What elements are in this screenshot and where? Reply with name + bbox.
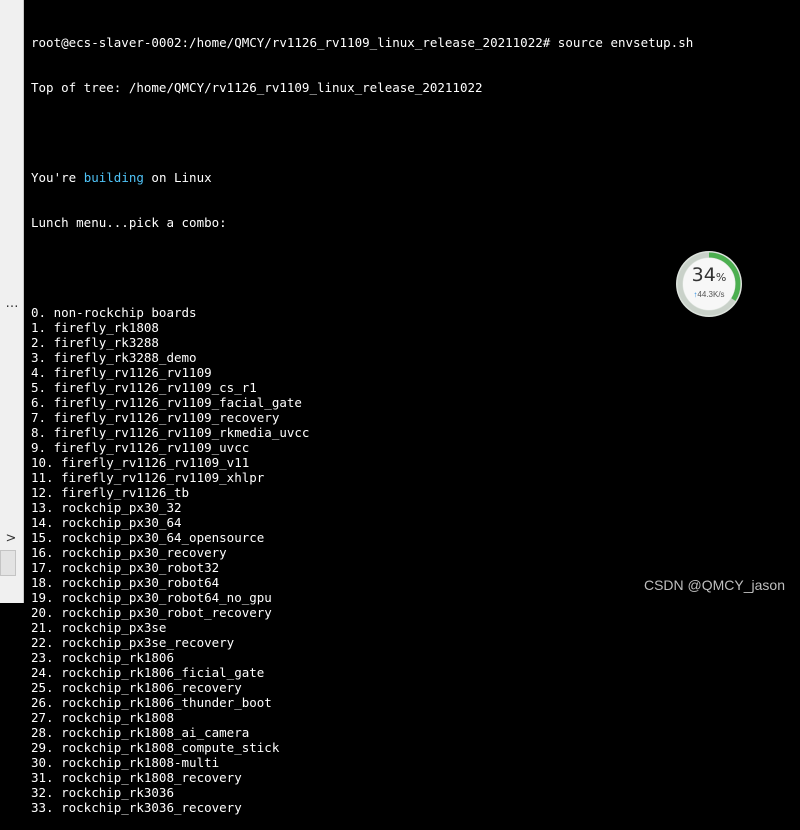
lunch-menu-line: Lunch menu...pick a combo:	[31, 215, 227, 230]
combo-item: 27. rockchip_rk1808	[31, 710, 174, 725]
combo-item: 15. rockchip_px30_64_opensource	[31, 530, 265, 545]
prompt-command-line: root@ecs-slaver-0002:/home/QMCY/rv1126_r…	[31, 35, 694, 50]
combo-item: 21. rockchip_px3se	[31, 620, 167, 635]
usage-percent: 34%	[691, 264, 727, 286]
upload-speed: ↑44.3K/s	[693, 290, 725, 299]
panel-scroll-box[interactable]	[0, 550, 16, 576]
building-word: building	[83, 170, 144, 185]
combo-item: 31. rockchip_rk1808_recovery	[31, 770, 242, 785]
building-line: You're building on Linux	[31, 170, 800, 185]
combo-item: 20. rockchip_px30_robot_recovery	[31, 605, 272, 620]
combo-item: 16. rockchip_px30_recovery	[31, 545, 227, 560]
combo-item: 9. firefly_rv1126_rv1109_uvcc	[31, 440, 250, 455]
building-prefix: You're	[31, 170, 84, 185]
csdn-watermark: CSDN @QMCY_jason	[643, 577, 785, 593]
combo-item: 17. rockchip_px30_robot32	[31, 560, 220, 575]
combo-item: 14. rockchip_px30_64	[31, 515, 182, 530]
expand-arrow-icon[interactable]: >	[2, 530, 20, 548]
more-dots-icon[interactable]: …	[0, 296, 24, 312]
building-suffix: on Linux	[143, 170, 212, 185]
top-of-tree-line: Top of tree: /home/QMCY/rv1126_rv1109_li…	[31, 80, 483, 95]
combo-item: 29. rockchip_rk1808_compute_stick	[31, 740, 280, 755]
side-panel: … >	[0, 0, 24, 603]
combo-item: 33. rockchip_rk3036_recovery	[31, 800, 242, 815]
combo-item: 13. rockchip_px30_32	[31, 500, 182, 515]
combo-item: 3. firefly_rk3288_demo	[31, 350, 197, 365]
combo-item: 23. rockchip_rk1806	[31, 650, 174, 665]
combo-list: 0. non-rockchip boards 1. firefly_rk1808 2…	[31, 305, 800, 815]
network-speed-widget[interactable]: 34% ↑44.3K/s	[676, 251, 742, 317]
combo-item: 24. rockchip_rk1806_ficial_gate	[31, 665, 265, 680]
combo-item: 28. rockchip_rk1808_ai_camera	[31, 725, 250, 740]
combo-item: 26. rockchip_rk1806_thunder_boot	[31, 695, 272, 710]
combo-item: 5. firefly_rv1126_rv1109_cs_r1	[31, 380, 257, 395]
combo-item: 12. firefly_rv1126_tb	[31, 485, 190, 500]
combo-item: 11. firefly_rv1126_rv1109_xhlpr	[31, 470, 265, 485]
combo-item: 4. firefly_rv1126_rv1109	[31, 365, 212, 380]
combo-item: 22. rockchip_px3se_recovery	[31, 635, 235, 650]
combo-item: 10. firefly_rv1126_rv1109_v11	[31, 455, 250, 470]
combo-item: 1. firefly_rk1808	[31, 320, 159, 335]
combo-item: 2. firefly_rk3288	[31, 335, 159, 350]
combo-item: 25. rockchip_rk1806_recovery	[31, 680, 242, 695]
combo-item: 6. firefly_rv1126_rv1109_facial_gate	[31, 395, 302, 410]
combo-item: 8. firefly_rv1126_rv1109_rkmedia_uvcc	[31, 425, 310, 440]
combo-item: 32. rockchip_rk3036	[31, 785, 174, 800]
combo-item: 7. firefly_rv1126_rv1109_recovery	[31, 410, 280, 425]
combo-item: 30. rockchip_rk1808-multi	[31, 755, 220, 770]
